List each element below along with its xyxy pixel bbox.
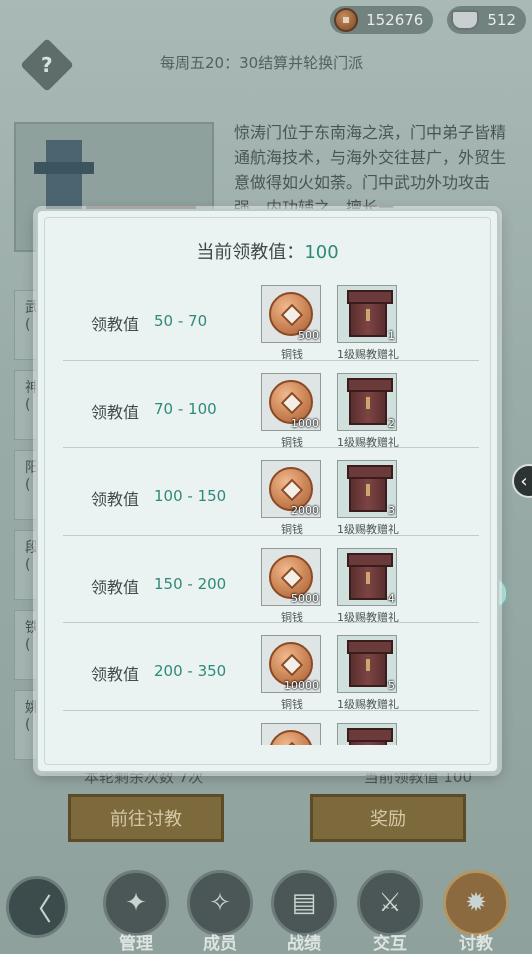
item-slot: 1	[337, 285, 397, 343]
silver-ingot-icon	[451, 10, 480, 30]
settlement-notice: 每周五20：30结算并轮换门派	[160, 54, 364, 72]
nav-label: 成员	[203, 934, 237, 954]
nav-label: 战绩	[287, 934, 321, 954]
goto-challenge-button[interactable]: 前往讨教	[68, 794, 224, 842]
gift-box-icon	[347, 552, 393, 600]
currency-bar: 152676 512	[330, 6, 526, 34]
chevron-left-icon: ‹	[520, 470, 528, 492]
item-slot: 1000	[261, 372, 321, 431]
copper-reward[interactable]: 10000 铜钱	[261, 635, 323, 712]
nav-members[interactable]: ✧ 成员	[182, 870, 258, 954]
chevron-left-icon: 〈	[22, 893, 52, 928]
back-button[interactable]: 〈	[6, 876, 68, 938]
challenge-icon: ✹	[443, 870, 509, 936]
item-quantity: 5	[388, 679, 395, 692]
reward-row: 领教值 150 - 200 5000 铜钱 4 1级赐教赠礼	[63, 536, 479, 624]
dialog-title: 当前领教值：100	[38, 238, 497, 264]
item-slot	[337, 722, 397, 745]
item-slot: 5	[337, 635, 397, 693]
tier-range: 150 - 200	[154, 574, 227, 593]
nav-challenge[interactable]: ✹ 讨教	[438, 870, 514, 954]
copper-reward[interactable]: 500 铜钱	[261, 285, 323, 362]
gift-box-reward[interactable]: 5 1级赐教赠礼	[337, 635, 399, 712]
reward-list[interactable]: 领教值 50 - 70 500 铜钱 1 1级赐教赠礼 领教值 70 - 100…	[63, 273, 479, 745]
gift-box-reward[interactable]: 2 1级赐教赠礼	[337, 372, 399, 450]
tier-range: 100 - 150	[154, 487, 227, 505]
copper-reward[interactable]: 1000 铜钱	[261, 372, 323, 450]
gift-box-icon	[347, 727, 393, 745]
gift-box-icon	[347, 640, 393, 687]
item-slot: 2000	[261, 460, 321, 518]
gift-box-icon	[347, 290, 393, 337]
ingot-currency: 512	[447, 6, 526, 34]
tier-label: 领教值	[91, 577, 140, 597]
tier-label: 领教值	[91, 665, 140, 684]
reward-tiers-dialog: 当前领教值：100 领教值 50 - 70 500 铜钱 1 1级赐教赠礼 领教…	[36, 209, 499, 773]
item-quantity: 1	[388, 329, 395, 342]
nav-interact[interactable]: ⚔ 交互	[352, 870, 428, 954]
question-icon: ?	[41, 52, 53, 77]
reward-row	[63, 711, 479, 745]
reward-row: 领教值 100 - 150 2000 铜钱 3 1级赐教赠礼	[63, 448, 479, 536]
item-slot: 5000	[261, 547, 321, 606]
reward-row: 领教值 50 - 70 500 铜钱 1 1级赐教赠礼	[63, 273, 479, 361]
manage-icon: ✦	[103, 870, 169, 936]
copper-reward[interactable]: 5000 铜钱	[261, 547, 323, 625]
item-slot	[261, 722, 321, 745]
tier-label: 领教值	[91, 402, 140, 422]
copper-reward[interactable]	[261, 722, 323, 745]
item-slot: 10000	[261, 635, 321, 693]
reward-row: 领教值 70 - 100 1000 铜钱 2 1级赐教赠礼	[63, 361, 479, 449]
title-prefix: 当前领教值：	[196, 242, 305, 263]
item-quantity: 5000	[291, 591, 319, 605]
copper-amount: 152676	[366, 11, 424, 29]
item-quantity: 3	[388, 504, 395, 517]
gift-box-icon	[347, 465, 393, 512]
title-value: 100	[304, 242, 339, 263]
ingot-amount: 512	[487, 11, 516, 29]
item-quantity: 2000	[291, 504, 319, 517]
reward-row: 领教值 200 - 350 10000 铜钱 5 1级赐教赠礼	[63, 623, 479, 711]
gift-box-reward[interactable]: 3 1级赐教赠礼	[337, 460, 399, 537]
copper-coin-icon	[334, 8, 359, 32]
nav-manage[interactable]: ✦ 管理	[98, 870, 174, 954]
copper-coin-icon	[269, 729, 313, 745]
records-icon: ▤	[271, 870, 337, 936]
tier-label: 领教值	[91, 315, 140, 334]
item-slot: 2	[337, 372, 397, 431]
roof-shape	[34, 162, 94, 174]
tier-label: 领教值	[91, 490, 140, 509]
item-quantity: 10000	[284, 679, 319, 692]
gift-box-reward[interactable]: 4 1级赐教赠礼	[337, 547, 399, 625]
item-quantity: 500	[298, 329, 319, 342]
gift-box-reward[interactable]	[337, 722, 399, 745]
reward-button[interactable]: 奖励	[310, 794, 466, 842]
nav-label: 交互	[373, 934, 407, 954]
nav-label: 管理	[119, 934, 153, 954]
item-slot: 4	[337, 547, 397, 606]
members-icon: ✧	[187, 870, 253, 936]
tier-range: 70 - 100	[154, 399, 217, 418]
tier-range: 200 - 350	[154, 662, 227, 680]
item-quantity: 1000	[291, 416, 319, 430]
copper-reward[interactable]: 2000 铜钱	[261, 460, 323, 537]
item-quantity: 2	[388, 416, 395, 430]
copper-currency: 152676	[330, 6, 434, 34]
item-slot: 500	[261, 285, 321, 343]
sect-description: 惊涛门位于东南海之滨，门中弟子皆精通航海技术，与海外交往甚广，外贸生意做得如火如…	[234, 123, 507, 217]
tier-range: 50 - 70	[154, 312, 208, 330]
gift-box-icon	[347, 377, 393, 425]
nav-records[interactable]: ▤ 战绩	[266, 870, 342, 954]
bottom-nav: 〈 ✦ 管理 ✧ 成员 ▤ 战绩 ⚔ 交互 ✹ 讨教	[0, 864, 532, 954]
item-quantity: 4	[388, 591, 395, 605]
gift-box-reward[interactable]: 1 1级赐教赠礼	[337, 285, 399, 362]
interact-icon: ⚔	[357, 870, 423, 936]
item-slot: 3	[337, 460, 397, 518]
nav-label: 讨教	[459, 934, 493, 954]
